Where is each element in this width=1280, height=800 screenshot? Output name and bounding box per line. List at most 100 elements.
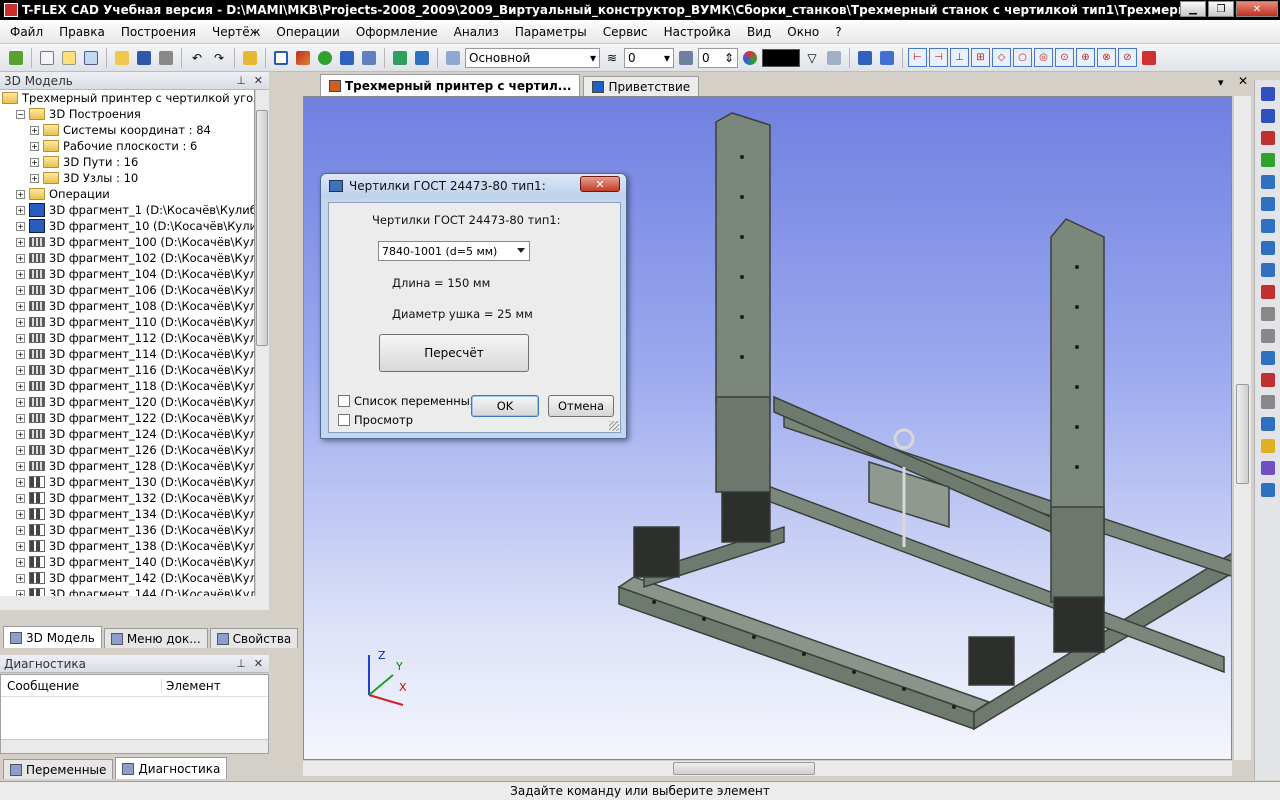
menu-item[interactable]: Окно	[779, 25, 827, 39]
expand-toggle-icon[interactable]: +	[16, 301, 25, 311]
snap-mode-10-icon[interactable]: ⊗	[1097, 48, 1116, 67]
tree-row[interactable]: + Операции	[0, 186, 254, 202]
coordinate-icon[interactable]	[337, 48, 357, 68]
menu-item[interactable]: Вид	[739, 25, 779, 39]
expand-toggle-icon[interactable]: +	[16, 221, 25, 231]
snap-mode-8-icon[interactable]: ⊙	[1055, 48, 1074, 67]
snap-mode-5-icon[interactable]: ◇	[992, 48, 1011, 67]
tree-row[interactable]: +3D фрагмент_102 (D:\Косачёв\Кулибин н	[0, 250, 254, 266]
zoom-all-icon[interactable]	[1258, 260, 1278, 279]
tree-row[interactable]: +3D Узлы : 10	[0, 170, 254, 186]
layers-icon[interactable]	[443, 48, 463, 68]
eraser-icon[interactable]	[824, 48, 844, 68]
menu-item[interactable]: Файл	[2, 25, 51, 39]
diagnostics-tab[interactable]: Диагностика	[115, 757, 228, 779]
panel-close-icon[interactable]: ✕	[254, 657, 263, 670]
view-iso-icon[interactable]	[1258, 128, 1278, 147]
menu-item[interactable]: Чертёж	[204, 25, 268, 39]
snap-mode-9-icon[interactable]: ⊕	[1076, 48, 1095, 67]
tree-row[interactable]: +3D фрагмент_122 (D:\Косачёв\Кулибин н	[0, 410, 254, 426]
expand-toggle-icon[interactable]: −	[16, 109, 25, 119]
cube-red-icon[interactable]	[1258, 370, 1278, 389]
model2-icon[interactable]	[412, 48, 432, 68]
column-element[interactable]: Элемент	[161, 678, 221, 693]
viewport-hscroll-thumb[interactable]	[673, 762, 815, 775]
expand-toggle-icon[interactable]: +	[16, 557, 25, 567]
pin-icon[interactable]: ⊥	[236, 657, 246, 670]
new-template-icon[interactable]	[59, 48, 79, 68]
expand-toggle-icon[interactable]: +	[16, 205, 25, 215]
wrench-icon[interactable]	[1258, 392, 1278, 411]
panel-tab[interactable]: Меню док...	[103, 628, 208, 648]
menu-item[interactable]: Параметры	[507, 25, 595, 39]
zoom-window-icon[interactable]	[1258, 216, 1278, 235]
priority-combo[interactable]: 0 ⇕	[698, 47, 738, 68]
recalculate-button[interactable]: Пересчёт	[379, 334, 529, 372]
expand-toggle-icon[interactable]: +	[16, 461, 25, 471]
tree-row[interactable]: +3D фрагмент_138 (D:\Косачёв\Кулибин н	[0, 538, 254, 554]
tree-row[interactable]: +3D фрагмент_106 (D:\Косачёв\Кулибин н	[0, 282, 254, 298]
doc-tabs-menu-icon[interactable]: ▾	[1218, 76, 1224, 89]
undo-icon[interactable]: ↶	[187, 48, 207, 68]
priority-icon[interactable]	[676, 48, 696, 68]
resize-grip[interactable]	[609, 421, 619, 431]
expand-toggle-icon[interactable]: +	[16, 333, 25, 343]
zoom-prev-icon[interactable]	[1258, 238, 1278, 257]
tree-row[interactable]: +3D фрагмент_128 (D:\Косачёв\Кулибин н	[0, 458, 254, 474]
expand-toggle-icon[interactable]: +	[30, 157, 39, 167]
tree-row[interactable]: +3D фрагмент_126 (D:\Косачёв\Кулибин н	[0, 442, 254, 458]
preview-checkbox[interactable]: Просмотр	[338, 413, 413, 427]
snap-mode-3-icon[interactable]: ⊥	[950, 48, 969, 67]
menu-item[interactable]: Построения	[113, 25, 204, 39]
model-icon[interactable]	[390, 48, 410, 68]
expand-toggle-icon[interactable]: +	[30, 141, 39, 151]
cube-yellow-icon[interactable]	[1258, 436, 1278, 455]
expand-toggle-icon[interactable]: +	[16, 413, 25, 423]
color-swatch[interactable]	[762, 48, 800, 67]
tree-row[interactable]: +3D фрагмент_108 (D:\Косачёв\Кулибин н	[0, 298, 254, 314]
checkbox-box[interactable]	[338, 395, 350, 407]
tree-horizontal-scrollbar[interactable]	[0, 596, 269, 610]
expand-toggle-icon[interactable]: +	[16, 189, 25, 199]
snap-mode-2-icon[interactable]: ⊣	[929, 48, 948, 67]
expand-toggle-icon[interactable]: +	[16, 317, 25, 327]
menu-item[interactable]: ?	[827, 25, 849, 39]
check-icon[interactable]	[6, 48, 26, 68]
panel-tab[interactable]: 3D Модель	[3, 626, 102, 648]
menu-item[interactable]: Правка	[51, 25, 113, 39]
column-message[interactable]: Сообщение	[1, 679, 161, 693]
check-icon[interactable]	[1258, 150, 1278, 169]
document-tab[interactable]: Приветствие	[583, 76, 700, 96]
expand-toggle-icon[interactable]: +	[16, 477, 25, 487]
tree-row[interactable]: +3D фрагмент_104 (D:\Косачёв\Кулибин н	[0, 266, 254, 282]
open-folder-icon[interactable]	[112, 48, 132, 68]
cancel-button[interactable]: Отмена	[548, 395, 614, 417]
paste-icon[interactable]	[1258, 326, 1278, 345]
expand-toggle-icon[interactable]: +	[30, 173, 39, 183]
tree-scroll-thumb[interactable]	[256, 110, 268, 346]
maximize-button[interactable]: ❐	[1208, 1, 1234, 17]
filter-icon[interactable]	[855, 48, 875, 68]
snap-mode-11-icon[interactable]: ⊘	[1118, 48, 1137, 67]
tree-row[interactable]: +3D фрагмент_134 (D:\Косачёв\Кулибин н	[0, 506, 254, 522]
snap-mode-4-icon[interactable]: ⊞	[971, 48, 990, 67]
expand-toggle-icon[interactable]: +	[16, 541, 25, 551]
minimize-button[interactable]: ▁	[1180, 1, 1206, 17]
document-tab[interactable]: Трехмерный принтер с чертил...	[320, 74, 581, 96]
new-3d-icon[interactable]	[81, 48, 101, 68]
panel-icon[interactable]	[1258, 480, 1278, 499]
new-file-icon[interactable]	[37, 48, 57, 68]
cube-dark-icon[interactable]	[1258, 414, 1278, 433]
expand-toggle-icon[interactable]: +	[16, 445, 25, 455]
close-button[interactable]: ✕	[1236, 1, 1278, 17]
diagnostics-hscroll[interactable]	[1, 739, 268, 753]
cube-blue-icon[interactable]	[1258, 348, 1278, 367]
brush-icon[interactable]	[1258, 458, 1278, 477]
line-type-icon[interactable]: ▽	[802, 48, 822, 68]
panel-tab[interactable]: Свойства	[209, 628, 299, 648]
expand-toggle-icon[interactable]: +	[16, 253, 25, 263]
menu-item[interactable]: Оформление	[348, 25, 446, 39]
checkbox-box[interactable]	[338, 414, 350, 426]
snap-mode-6-icon[interactable]: ○	[1013, 48, 1032, 67]
tree-row[interactable]: +3D Пути : 16	[0, 154, 254, 170]
